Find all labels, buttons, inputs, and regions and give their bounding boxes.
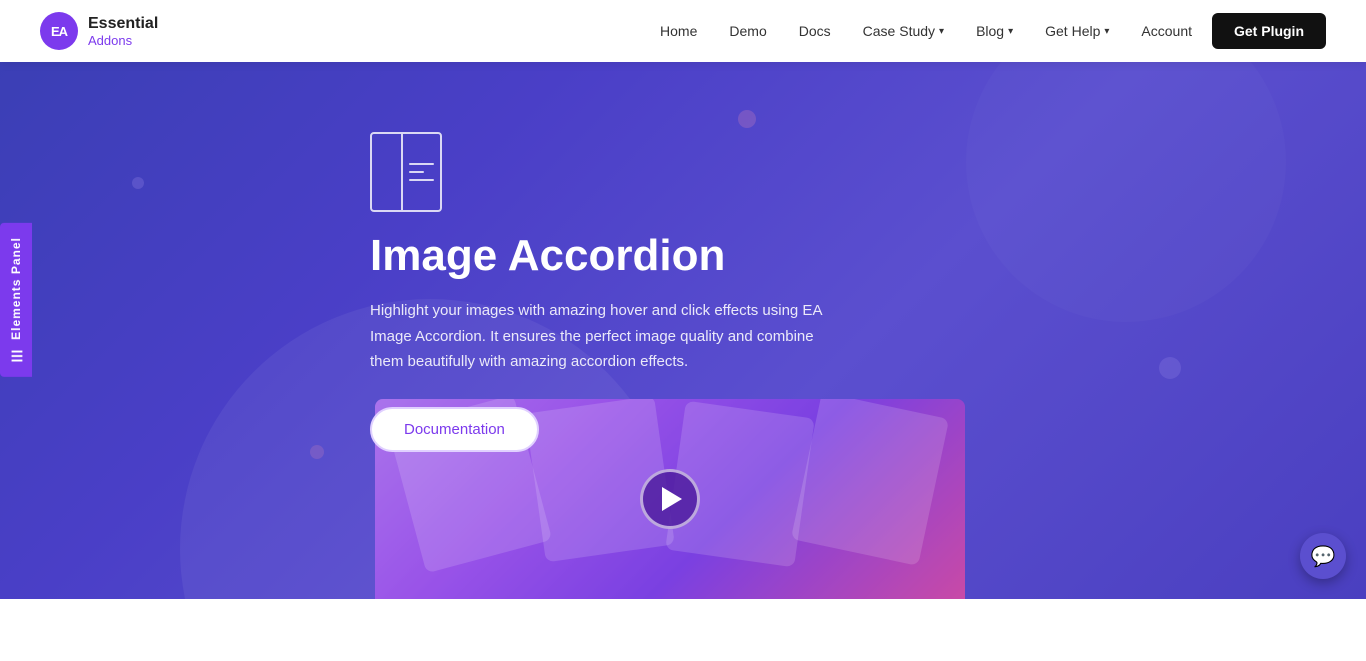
nav-demo[interactable]: Demo xyxy=(717,15,778,47)
accordion-icon-right xyxy=(403,134,440,210)
hero-content: Image Accordion Highlight your images wi… xyxy=(370,132,850,452)
deco-circle-3 xyxy=(132,177,144,189)
accordion-icon xyxy=(370,132,442,212)
elements-panel-icon: ☰ xyxy=(8,345,24,362)
nav-blog[interactable]: Blog ▾ xyxy=(964,15,1025,47)
accordion-line-1 xyxy=(409,163,434,165)
chat-icon: 💬 xyxy=(1311,544,1336,569)
play-icon xyxy=(662,487,682,511)
deco-circle-1 xyxy=(966,62,1286,322)
nav-home[interactable]: Home xyxy=(648,15,709,47)
get-plugin-button[interactable]: Get Plugin xyxy=(1212,13,1326,49)
hero-title: Image Accordion xyxy=(370,232,850,280)
accordion-line-2 xyxy=(409,171,424,173)
hero-icon-box xyxy=(370,132,850,212)
case-study-caret: ▾ xyxy=(939,26,944,37)
nav-account[interactable]: Account xyxy=(1129,15,1204,47)
nav-get-help[interactable]: Get Help ▾ xyxy=(1033,15,1121,47)
nav-links: Home Demo Docs Case Study ▾ Blog ▾ Get H… xyxy=(648,13,1326,49)
get-help-caret: ▾ xyxy=(1104,26,1109,37)
chat-bubble[interactable]: 💬 xyxy=(1300,533,1346,579)
logo[interactable]: EA Essential Addons xyxy=(40,12,158,50)
documentation-button[interactable]: Documentation xyxy=(370,407,539,452)
deco-circle-5 xyxy=(1159,357,1181,379)
play-button[interactable] xyxy=(640,469,700,529)
elements-panel-tab[interactable]: ☰ Elements Panel xyxy=(0,223,32,377)
nav-docs[interactable]: Docs xyxy=(787,15,843,47)
deco-circle-2 xyxy=(738,110,756,128)
accordion-icon-left xyxy=(372,134,403,210)
logo-icon: EA xyxy=(40,12,78,50)
nav-case-study[interactable]: Case Study ▾ xyxy=(851,15,956,47)
hero-section: Image Accordion Highlight your images wi… xyxy=(0,62,1366,599)
blog-caret: ▾ xyxy=(1008,26,1013,37)
accordion-line-3 xyxy=(409,179,434,181)
navbar: EA Essential Addons Home Demo Docs Case … xyxy=(0,0,1366,62)
hero-description: Highlight your images with amazing hover… xyxy=(370,298,850,375)
logo-text: Essential Addons xyxy=(88,14,158,49)
